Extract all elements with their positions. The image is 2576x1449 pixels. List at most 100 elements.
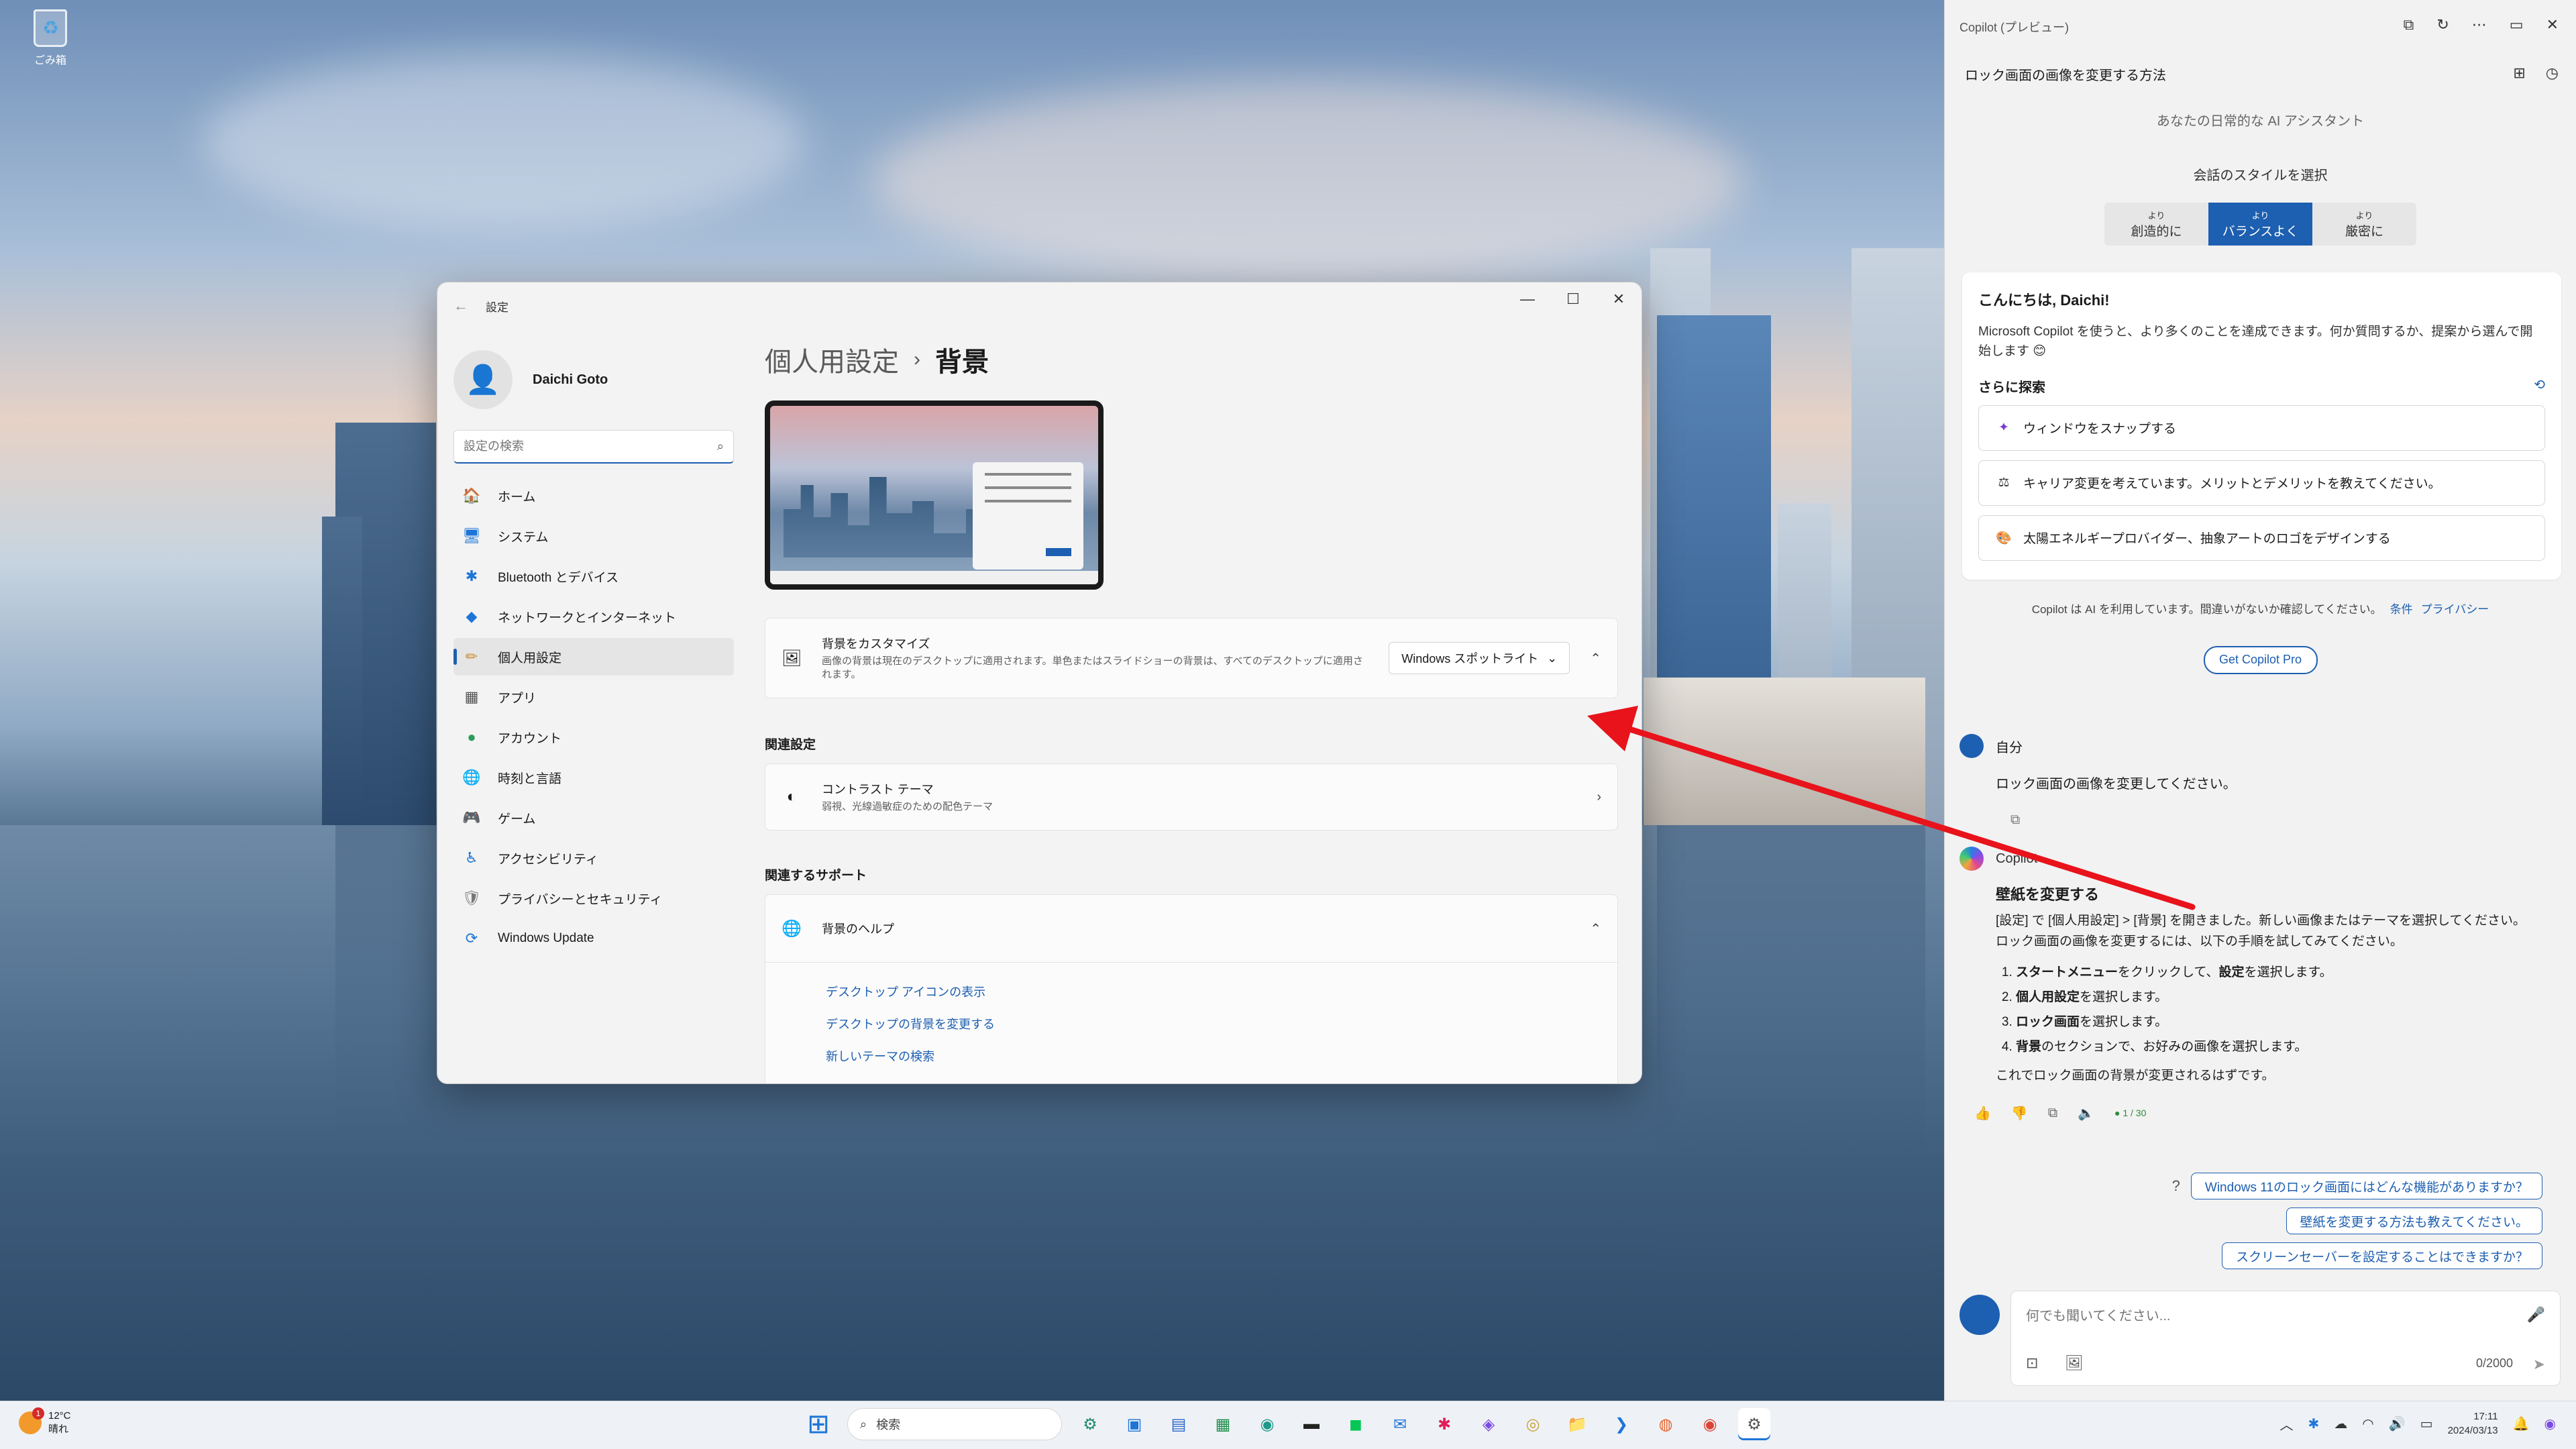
bluetooth-icon[interactable]: ✱ — [2308, 1415, 2320, 1432]
open-external-icon[interactable]: ⧉ — [2404, 16, 2414, 34]
help-link[interactable]: デスクトップ アイコンの表示 — [826, 983, 1617, 1000]
screen-icon[interactable]: ▣ — [1118, 1408, 1150, 1440]
nav-item-home[interactable]: 🏠 ホーム — [453, 477, 734, 515]
copy-icon[interactable]: ⧉ — [2048, 1106, 2057, 1121]
volume-icon[interactable]: 🔊 — [2389, 1415, 2406, 1432]
nav-item-accounts[interactable]: ● アカウント — [453, 718, 734, 756]
followup-chip[interactable]: Windows 11のロック画面にはどんな機能がありますか？ — [2190, 1173, 2542, 1199]
nav-item-bluetooth[interactable]: ✱ Bluetooth とデバイス — [453, 557, 734, 595]
nav-item-time-language[interactable]: 🌐 時刻と言語 — [453, 759, 734, 796]
contrast-theme-link[interactable]: ◐ コントラスト テーマ 弱視、光線過敏症のための配色テーマ › — [765, 763, 1618, 830]
help-header[interactable]: 🌐 背景のヘルプ ⌃ — [765, 895, 1617, 962]
notification-badge: 1 — [32, 1407, 44, 1419]
style-precise-button[interactable]: より 厳密に — [2312, 203, 2416, 246]
send-icon[interactable]: ➤ — [2533, 1356, 2545, 1373]
messenger-icon[interactable]: ◈ — [1472, 1408, 1505, 1440]
recycle-bin-shortcut[interactable]: ごみ箱 — [27, 9, 74, 67]
outlook-icon[interactable]: ✉ — [1384, 1408, 1416, 1440]
minimize-button[interactable]: — — [1505, 282, 1550, 316]
nav-item-personalization[interactable]: ✏ 個人用設定 — [453, 638, 734, 676]
suggestion-item[interactable]: ⚖ キャリア変更を考えています。メリットとデメリットを教えてください。 — [1978, 460, 2545, 506]
privacy-link[interactable]: プライバシー — [2421, 603, 2489, 616]
help-link[interactable]: 新しいテーマの検索 — [826, 1047, 1617, 1065]
battery-icon[interactable]: ▭ — [2420, 1415, 2433, 1432]
chatgpt-icon[interactable]: ⚙ — [1074, 1408, 1106, 1440]
user-message-text: ロック画面の画像を変更してください。 — [1996, 777, 2237, 792]
chevron-up-icon[interactable]: ⌃ — [1590, 920, 1601, 937]
line-icon[interactable]: ◼ — [1340, 1408, 1372, 1440]
microphone-icon[interactable]: 🎤 — [2527, 1306, 2545, 1324]
spreadsheet-icon[interactable]: ▦ — [1207, 1408, 1239, 1440]
image-upload-icon[interactable]: 🖼 — [2065, 1354, 2084, 1372]
user-profile[interactable]: Daichi Goto — [453, 343, 734, 417]
new-topic-button[interactable] — [1960, 1295, 2000, 1335]
style-selector: より 創造的に より バランスよく より 厳密に — [1945, 203, 2576, 246]
taskbar-search[interactable]: ⌕ 検索 — [847, 1408, 1062, 1440]
more-icon[interactable]: ⋯ — [2472, 16, 2487, 34]
followup-chip[interactable]: スクリーンセーバーを設定することはできますか？ — [2222, 1242, 2542, 1269]
nav-item-network[interactable]: ◆ ネットワークとインターネット — [453, 598, 734, 635]
nav-item-accessibility[interactable]: ♿ アクセシビリティ — [453, 839, 734, 877]
plugins-icon[interactable]: ⊞ — [2513, 64, 2525, 82]
cloud-icon[interactable]: ☁ — [2334, 1415, 2347, 1432]
background-type-dropdown[interactable]: Windows スポットライト ⌄ — [1389, 642, 1570, 674]
followup-chip[interactable]: 壁紙を変更する方法も教えてください。 — [2286, 1208, 2542, 1234]
building — [322, 517, 362, 825]
notification-bell-icon[interactable]: 🔔 — [2513, 1415, 2530, 1432]
thumbs-up-icon[interactable]: 👍 — [1974, 1105, 1991, 1122]
chevron-up-icon[interactable]: ⌃ — [1590, 650, 1601, 667]
close-icon[interactable]: ✕ — [2546, 16, 2559, 34]
settings-app-icon[interactable]: ⚙ — [1738, 1408, 1770, 1440]
refresh-suggestions-icon[interactable]: ⟲ — [2534, 376, 2545, 396]
maximize-button[interactable]: ☐ — [1550, 282, 1596, 316]
customize-background-card[interactable]: 🖼 背景をカスタマイズ 画像の背景は現在のデスクトップに適用されます。単色または… — [765, 618, 1618, 698]
edge-icon[interactable]: ◉ — [1251, 1408, 1283, 1440]
refresh-icon[interactable]: ↻ — [2436, 16, 2449, 34]
firefox-icon[interactable]: ◍ — [1650, 1408, 1682, 1440]
back-arrow-icon[interactable]: ← — [453, 297, 468, 315]
copy-icon[interactable]: ⧉ — [2010, 812, 2237, 828]
user-message: 自分 ロック画面の画像を変更してください。 ⧉ — [1960, 734, 2237, 828]
vscode-icon[interactable]: ❯ — [1605, 1408, 1638, 1440]
history-icon[interactable]: ◷ — [2546, 64, 2559, 82]
style-balanced-button[interactable]: より バランスよく — [2208, 203, 2312, 246]
nav-item-gaming[interactable]: 🎮 ゲーム — [453, 799, 734, 837]
suggestion-item[interactable]: 🎨 太陽エネルギープロバイダー、抽象アートのロゴをデザインする — [1978, 515, 2545, 561]
screenshot-icon[interactable]: ⊡ — [2026, 1354, 2038, 1372]
settings-search-input[interactable] — [464, 439, 717, 453]
copilot-title: Copilot (プレビュー) — [1960, 21, 2070, 34]
help-link[interactable]: デスクトップの背景を変更する — [826, 1015, 1617, 1032]
document-icon[interactable]: ▤ — [1163, 1408, 1195, 1440]
thumbs-down-icon[interactable]: 👎 — [2011, 1105, 2028, 1122]
clock[interactable]: 17:11 2024/03/13 — [2448, 1409, 2498, 1438]
slack-icon[interactable]: ✱ — [1428, 1408, 1460, 1440]
nav-item-label: ネットワークとインターネット — [498, 610, 677, 625]
dock-icon[interactable]: ▭ — [2510, 16, 2524, 34]
nav-item-windows-update[interactable]: ⟳ Windows Update — [453, 920, 734, 957]
weather-widget[interactable]: 1 12°C 晴れ — [19, 1407, 71, 1436]
chevron-up-icon[interactable]: ︿ — [2280, 1414, 2294, 1434]
terminal-icon[interactable]: ▬ — [1295, 1408, 1328, 1440]
chat-input[interactable] — [2026, 1309, 2496, 1324]
char-counter: 0/2000 — [2475, 1356, 2513, 1370]
terms-link[interactable]: 条件 — [2390, 603, 2413, 616]
suggestion-item[interactable]: ✦ ウィンドウをスナップする — [1978, 405, 2545, 451]
chrome-icon[interactable]: ◉ — [1694, 1408, 1726, 1440]
gamepad-icon: 🎮 — [462, 809, 481, 826]
wifi-icon[interactable]: ◠ — [2362, 1415, 2373, 1432]
nav-item-system[interactable]: 🖥 システム — [453, 517, 734, 555]
style-creative-button[interactable]: より 創造的に — [2104, 203, 2208, 246]
folder-icon[interactable]: 📁 — [1561, 1408, 1593, 1440]
get-copilot-pro-button[interactable]: Get Copilot Pro — [2203, 645, 2318, 674]
breadcrumb-parent[interactable]: 個人用設定 — [765, 340, 899, 379]
speaker-icon[interactable]: 🔈 — [2078, 1105, 2094, 1122]
dropdown-value: Windows スポットライト — [1401, 652, 1539, 665]
copilot-taskbar-icon[interactable]: ◉ — [2544, 1415, 2556, 1432]
app-icon[interactable]: ◎ — [1517, 1408, 1549, 1440]
settings-search[interactable]: ⌕ — [453, 430, 734, 464]
nav-item-privacy[interactable]: 🛡 プライバシーとセキュリティ — [453, 879, 734, 917]
bluetooth-icon: ✱ — [465, 568, 478, 584]
nav-item-apps[interactable]: ▦ アプリ — [453, 678, 734, 716]
start-button[interactable]: ⊞ — [802, 1409, 835, 1440]
close-button[interactable]: ✕ — [1596, 282, 1642, 316]
